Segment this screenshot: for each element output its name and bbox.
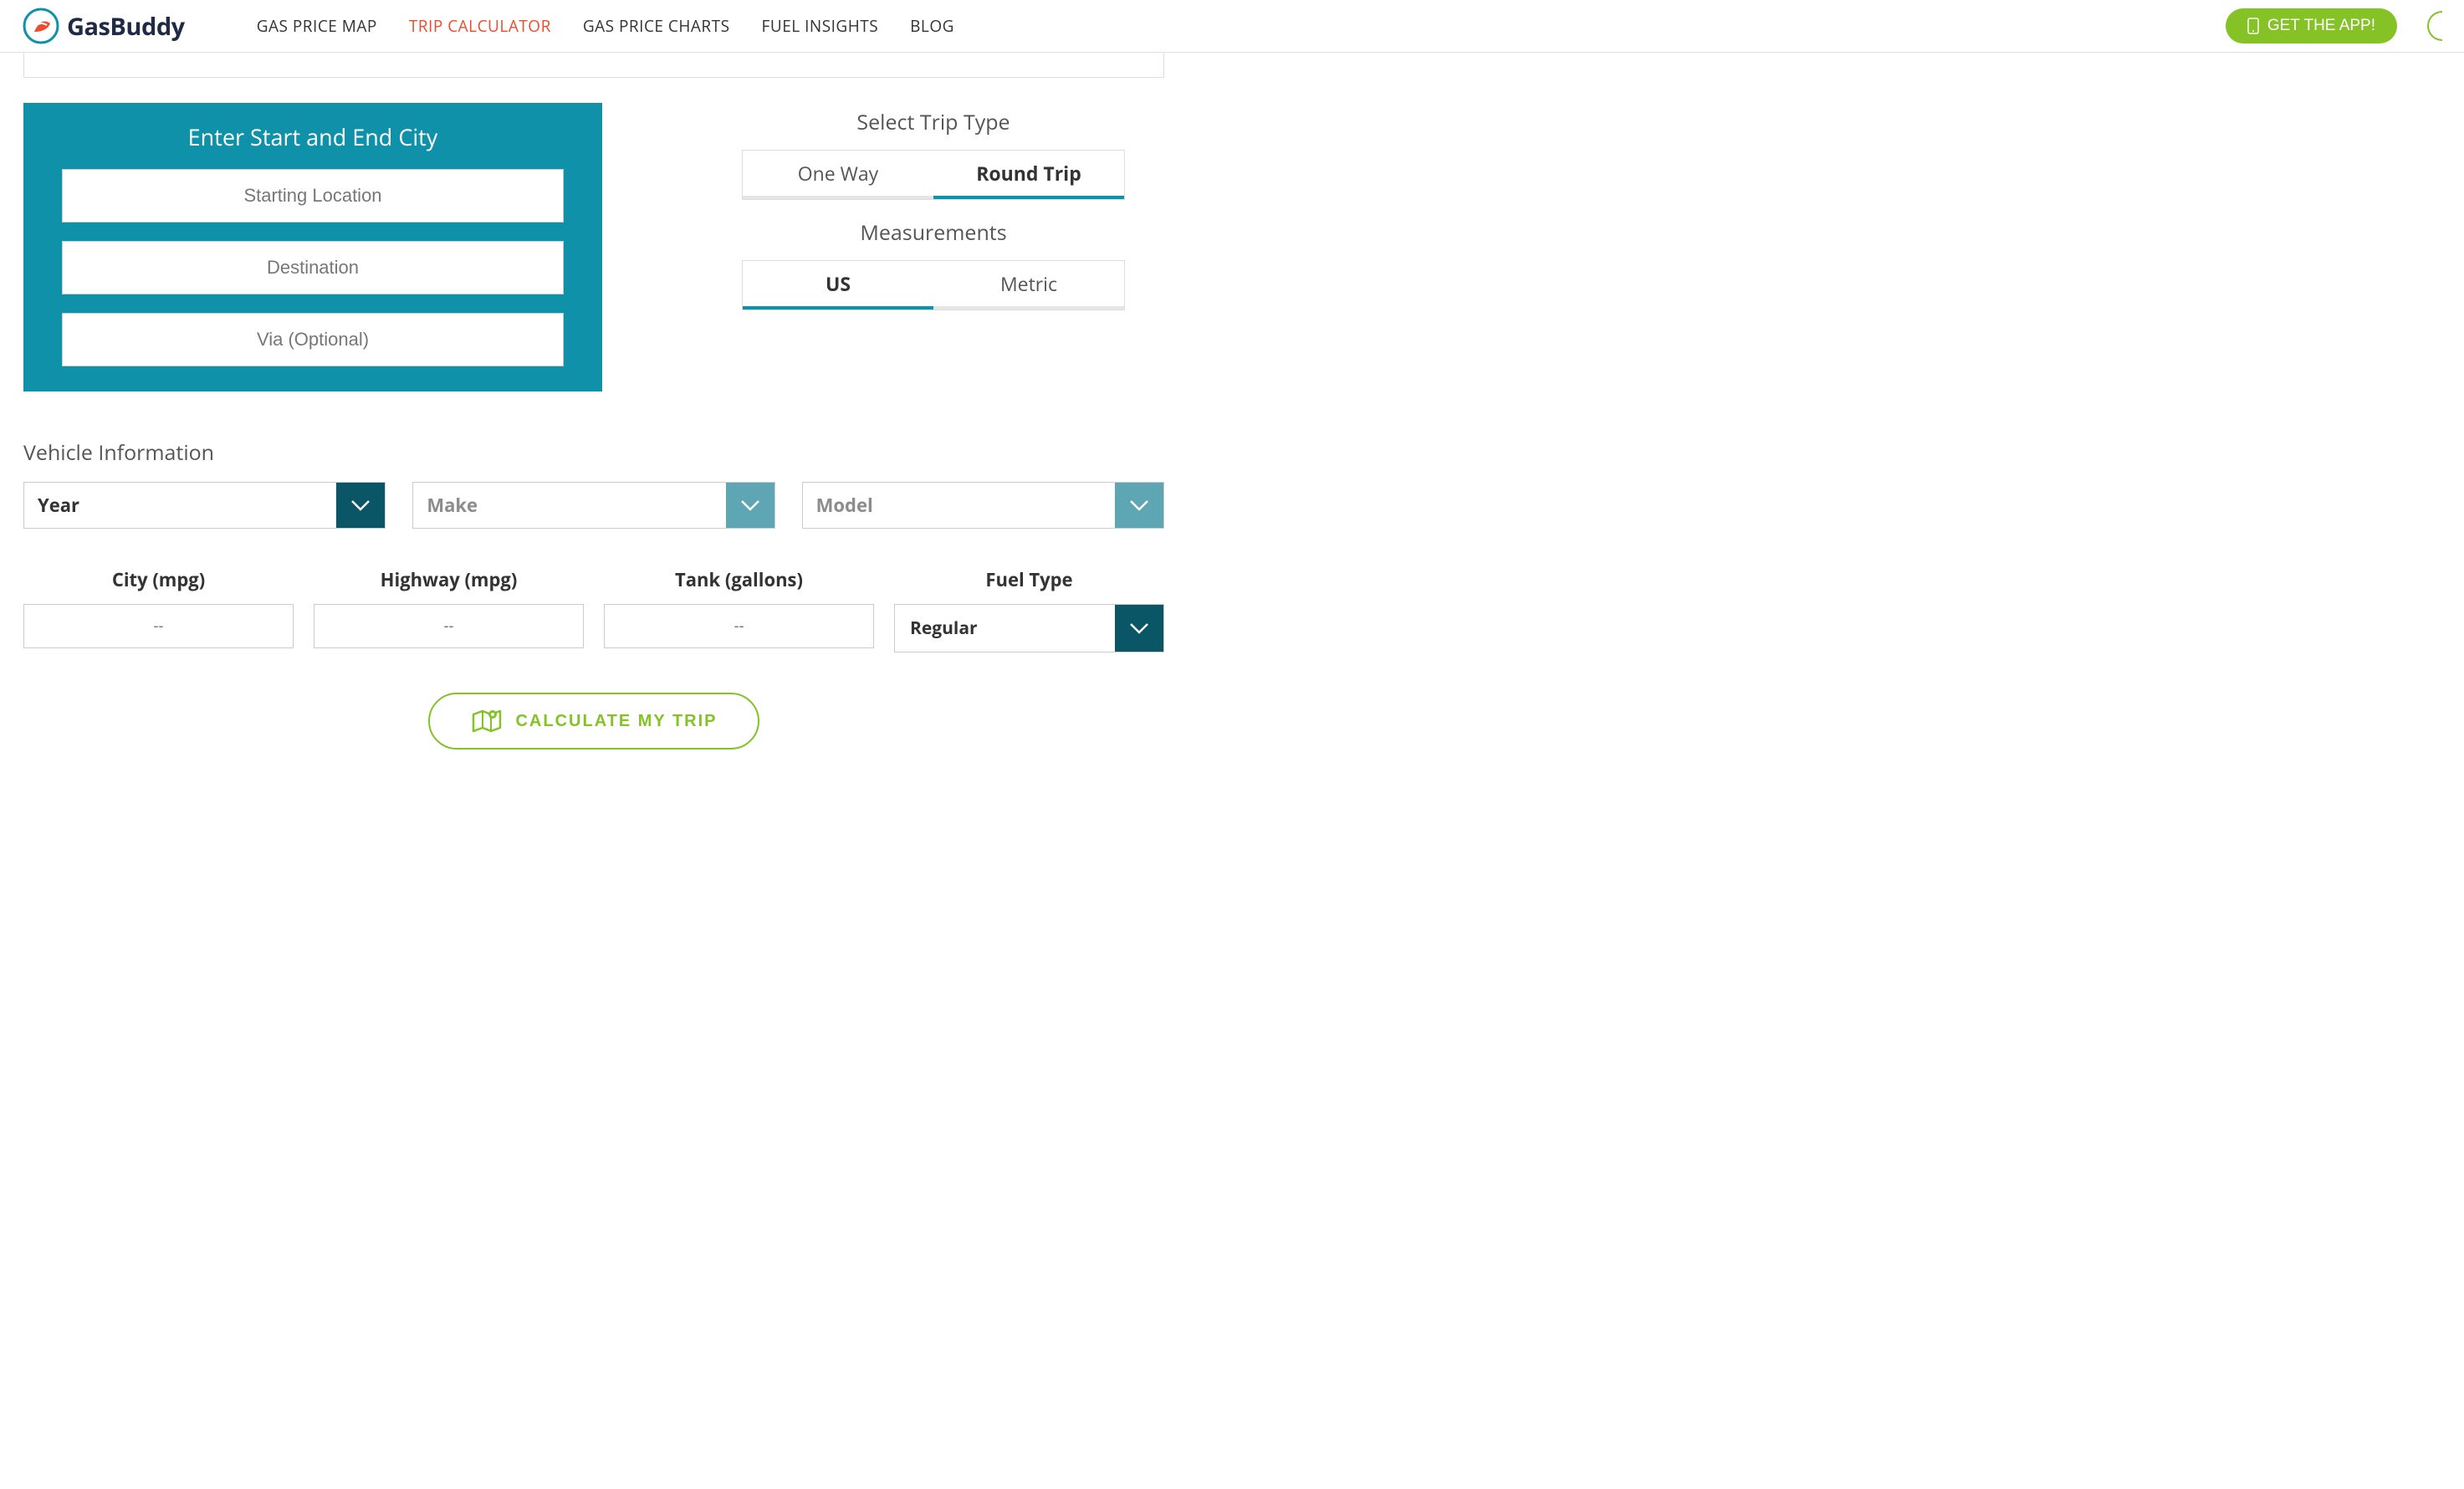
tank-input[interactable] [604, 604, 874, 648]
get-the-app-button[interactable]: GET THE APP! [2226, 8, 2397, 43]
fuel-type-value: Regular [895, 605, 1115, 652]
city-mpg-label: City (mpg) [23, 567, 294, 592]
round-trip-option[interactable]: Round Trip [933, 151, 1124, 199]
main-nav: GAS PRICE MAP TRIP CALCULATOR GAS PRICE … [257, 15, 2196, 37]
calculate-label: CALCULATE MY TRIP [515, 712, 717, 731]
make-label: Make [413, 483, 725, 528]
chevron-down-icon [1115, 605, 1163, 652]
chevron-down-icon [336, 483, 385, 528]
year-select[interactable]: Year [23, 482, 386, 529]
year-label: Year [24, 483, 336, 528]
gasbuddy-logo-icon [22, 7, 60, 45]
vehicle-section: Vehicle Information Year Make Model [23, 438, 1164, 766]
calculate-my-trip-button[interactable]: CALCULATE MY TRIP [428, 693, 759, 750]
logo[interactable]: GasBuddy [22, 7, 185, 45]
measurements-title: Measurements [703, 218, 1164, 247]
nav-blog[interactable]: BLOG [910, 15, 954, 37]
trip-type-title: Select Trip Type [703, 108, 1164, 136]
nav-gas-price-charts[interactable]: GAS PRICE CHARTS [583, 15, 730, 37]
metric-option[interactable]: Metric [933, 261, 1124, 310]
partial-circle-icon[interactable] [2427, 11, 2442, 41]
nav-fuel-insights[interactable]: FUEL INSIGHTS [762, 15, 879, 37]
fuel-type-label: Fuel Type [894, 567, 1164, 592]
vehicle-title: Vehicle Information [23, 438, 1164, 467]
trip-type-toggle: One Way Round Trip [742, 150, 1125, 200]
via-input[interactable] [62, 313, 564, 366]
get-the-app-label: GET THE APP! [2267, 17, 2375, 35]
highway-mpg-input[interactable] [314, 604, 584, 648]
phone-icon [2247, 18, 2259, 34]
one-way-option[interactable]: One Way [743, 151, 933, 199]
map-pin-icon [470, 708, 504, 734]
us-option[interactable]: US [743, 261, 933, 310]
fuel-type-select[interactable]: Regular [894, 604, 1164, 652]
measurements-toggle: US Metric [742, 260, 1125, 310]
model-select[interactable]: Model [802, 482, 1164, 529]
nav-gas-price-map[interactable]: GAS PRICE MAP [257, 15, 377, 37]
model-label: Model [803, 483, 1115, 528]
header: GasBuddy GAS PRICE MAP TRIP CALCULATOR G… [0, 0, 2464, 53]
locations-panel: Enter Start and End City [23, 103, 602, 391]
chevron-down-icon [726, 483, 774, 528]
starting-location-input[interactable] [62, 169, 564, 223]
highway-mpg-label: Highway (mpg) [314, 567, 584, 592]
city-mpg-input[interactable] [23, 604, 294, 648]
chevron-down-icon [1115, 483, 1163, 528]
logo-text: GasBuddy [67, 10, 185, 43]
destination-input[interactable] [62, 241, 564, 294]
nav-trip-calculator[interactable]: TRIP CALCULATOR [409, 15, 551, 37]
tank-label: Tank (gallons) [604, 567, 874, 592]
locations-title: Enter Start and End City [62, 121, 564, 152]
collapsed-panel [23, 53, 1164, 78]
trip-options: Select Trip Type One Way Round Trip Meas… [703, 103, 1164, 329]
make-select[interactable]: Make [412, 482, 774, 529]
